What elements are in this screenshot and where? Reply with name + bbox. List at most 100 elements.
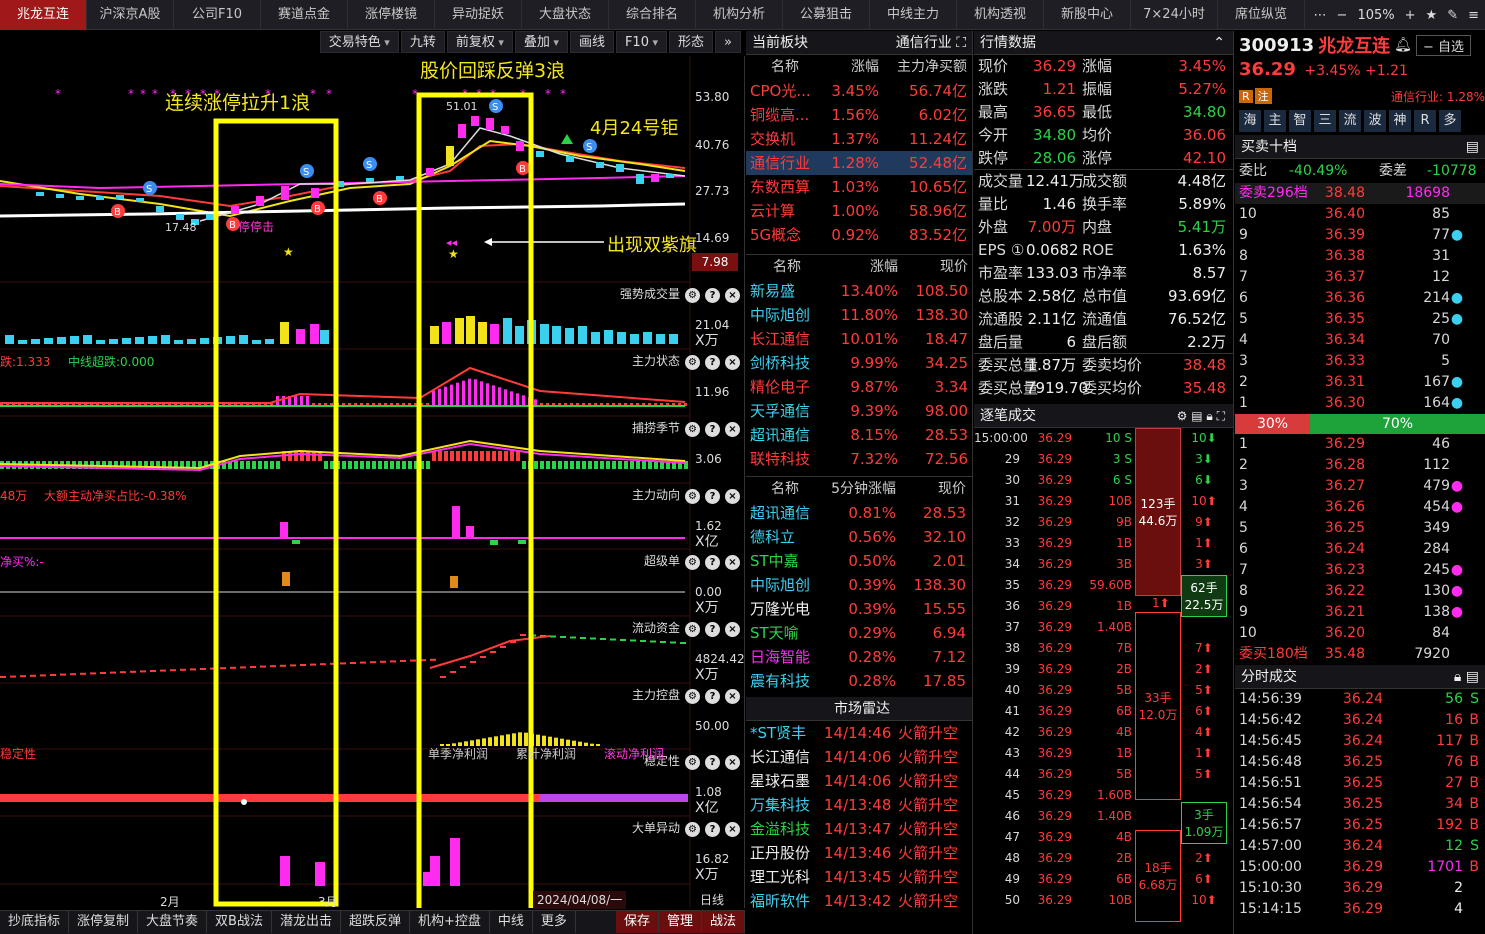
tab-5[interactable]: 异动捉妖 [435,0,522,30]
radar-row[interactable]: *ST贤丰 14/14:46 火箭升空 [746,721,972,745]
tab-8[interactable]: 机构分析 [696,0,783,30]
speed5-row[interactable]: 德科立 0.56% 32.10 [746,525,972,549]
book-row[interactable]: 3 36.33 5 [1235,351,1485,372]
gear-icon[interactable]: ⚙ [685,555,700,570]
chart-tool-4[interactable]: 画线 [569,31,614,53]
indicator-title-5[interactable]: 流动资金 ⚙? × [632,619,740,637]
book-row[interactable]: 10 36.40 85 [1235,204,1485,225]
sector-row[interactable]: CPO光... 3.45% 56.74亿 [746,79,972,103]
quick-btn-4[interactable]: 流 [1339,110,1361,132]
strategy-tab-4[interactable]: 潜龙出击 [272,911,341,933]
gainers-row[interactable]: 超讯通信 8.15% 28.53 [746,423,972,447]
radar-row[interactable]: 理工光科 14/13:45 火箭升空 [746,865,972,889]
sector-row[interactable]: 交换机 1.37% 11.24亿 [746,127,972,151]
sector-row[interactable]: 东数西算 1.03% 10.65亿 [746,175,972,199]
strategy-tab-0[interactable]: 抄底指标 [0,911,70,933]
close-icon[interactable]: × [725,355,740,370]
gear-icon[interactable]: ⚙ [685,689,700,704]
book-row[interactable]: 5 36.35 25 ● [1235,309,1485,330]
book-row[interactable]: 委买180档 35.48 7920 [1235,644,1485,665]
book-row[interactable]: 6 36.36 214 ● [1235,288,1485,309]
radar-row[interactable]: 福昕软件 14/13:42 火箭升空 [746,889,972,913]
chart-tool-0[interactable]: 交易特色 [319,31,399,53]
tab-10[interactable]: 中线主力 [870,0,957,30]
action-1[interactable]: 管理 [658,911,702,933]
indicator-title-8[interactable]: 大单异动 ⚙? × [632,819,740,837]
bell-icon[interactable]: 🔔︎ [1394,37,1412,53]
speed5-row[interactable]: 超讯通信 0.81% 28.53 [746,501,972,525]
indicator-title-2[interactable]: 捕捞季节 ⚙? × [632,419,740,437]
edit-icon[interactable]: ✎ [1447,8,1458,23]
radar-row[interactable]: 金溢科技 14/13:47 火箭升空 [746,817,972,841]
gear-icon[interactable]: ⚙ [685,622,700,637]
speed5-row[interactable]: 中际旭创 0.39% 138.30 [746,573,972,597]
help-icon[interactable]: ? [705,288,720,303]
more-icon[interactable]: ⋯ [1314,8,1327,23]
strategy-tab-7[interactable]: 中线 [490,911,533,933]
close-icon[interactable]: × [725,622,740,637]
chart-tool-5[interactable]: F10 [615,31,668,53]
help-icon[interactable]: ? [705,355,720,370]
tab-12[interactable]: 新股中心 [1044,0,1131,30]
strategy-tab-3[interactable]: 双B战法 [207,911,272,933]
expand-icon[interactable]: ⛶ [1217,409,1225,423]
book-row[interactable]: 8 36.22 130 ● [1235,581,1485,602]
indicator-title-4[interactable]: 超级单 ⚙? × [644,552,740,570]
radar-row[interactable]: 万集科技 14/13:48 火箭升空 [746,793,972,817]
tab-0[interactable]: 兆龙互连 [0,0,87,30]
speed5-row[interactable]: 震有科技 0.28% 17.85 [746,669,972,693]
close-icon[interactable]: × [725,288,740,303]
book-row[interactable]: 6 36.24 284 [1235,539,1485,560]
speed5-row[interactable]: ST中嘉 0.50% 2.01 [746,549,972,573]
menu-icon[interactable]: ≡ [1468,8,1479,23]
action-0[interactable]: 保存 [615,911,659,933]
book-row[interactable]: 1 36.30 164 ● [1235,393,1485,414]
book-row[interactable]: 5 36.25 349 [1235,518,1485,539]
speed5-row[interactable]: 万隆光电 0.39% 15.55 [746,597,972,621]
gainers-row[interactable]: 剑桥科技 9.99% 34.25 [746,351,972,375]
help-icon[interactable]: ? [705,422,720,437]
tab-7[interactable]: 综合排名 [609,0,696,30]
speed5-row[interactable]: 日海智能 0.28% 7.12 [746,645,972,669]
strategy-tab-1[interactable]: 涨停复制 [69,911,139,933]
star-icon[interactable]: ★ [1426,8,1438,23]
chart-tool-6[interactable]: 形态 [669,31,714,53]
help-icon[interactable]: ? [705,755,720,770]
gear-icon[interactable]: ⚙ [685,822,700,837]
tab-1[interactable]: 沪深京A股 [87,0,174,30]
tab-6[interactable]: 大盘状态 [522,0,609,30]
chart-tool-3[interactable]: 叠加 [514,31,568,53]
book-row[interactable]: 7 36.23 245 ● [1235,560,1485,581]
book-row[interactable]: 2 36.31 167 ● [1235,372,1485,393]
settings-icon[interactable]: ⚙ [1177,409,1188,423]
close-icon[interactable]: × [725,422,740,437]
gainers-row[interactable]: 长江通信 10.01% 18.47 [746,327,972,351]
help-icon[interactable]: ? [705,489,720,504]
gainers-row[interactable]: 中际旭创 11.80% 138.30 [746,303,972,327]
strategy-tab-8[interactable]: 更多 [533,911,576,933]
chart-area[interactable]: * * * * * * * * * * * * * * * * * * B B B B B S S S S S ★ ★ ◂◂ 连续涨停拉升1… [0,56,745,909]
gainers-row[interactable]: 联特科技 7.32% 72.56 [746,447,972,471]
book-row[interactable]: 8 36.38 31 [1235,246,1485,267]
strategy-tab-5[interactable]: 超跌反弹 [341,911,410,933]
indicator-title-3[interactable]: 主力动向 ⚙? × [632,486,740,504]
lock-icon[interactable]: 🔒︎ [1454,669,1461,685]
save-icon[interactable]: ▤ [1466,135,1479,158]
zoom-out-icon[interactable]: − [1337,8,1348,23]
radar-row[interactable]: 星球石墨 14/14:06 火箭升空 [746,769,972,793]
tab-9[interactable]: 公募狙击 [783,0,870,30]
sector-row[interactable]: 铜缆高... 1.56% 6.02亿 [746,103,972,127]
watchlist-button[interactable]: − 自选 [1415,34,1471,56]
book-row[interactable]: 10 36.20 84 [1235,623,1485,644]
book-row[interactable]: 7 36.37 12 [1235,267,1485,288]
strategy-tab-6[interactable]: 机构+控盘 [410,911,490,933]
quick-btn-8[interactable]: 多 [1439,110,1461,132]
book-row[interactable]: 9 36.39 77 ● [1235,225,1485,246]
quick-btn-2[interactable]: 智 [1289,110,1311,132]
help-icon[interactable]: ? [705,555,720,570]
expand-icon[interactable]: ⛶ [956,35,966,51]
book-row[interactable]: 4 36.34 70 [1235,330,1485,351]
quick-btn-6[interactable]: 神 [1389,110,1411,132]
gear-icon[interactable]: ⚙ [685,489,700,504]
gainers-row[interactable]: 新易盛 13.40% 108.50 [746,279,972,303]
